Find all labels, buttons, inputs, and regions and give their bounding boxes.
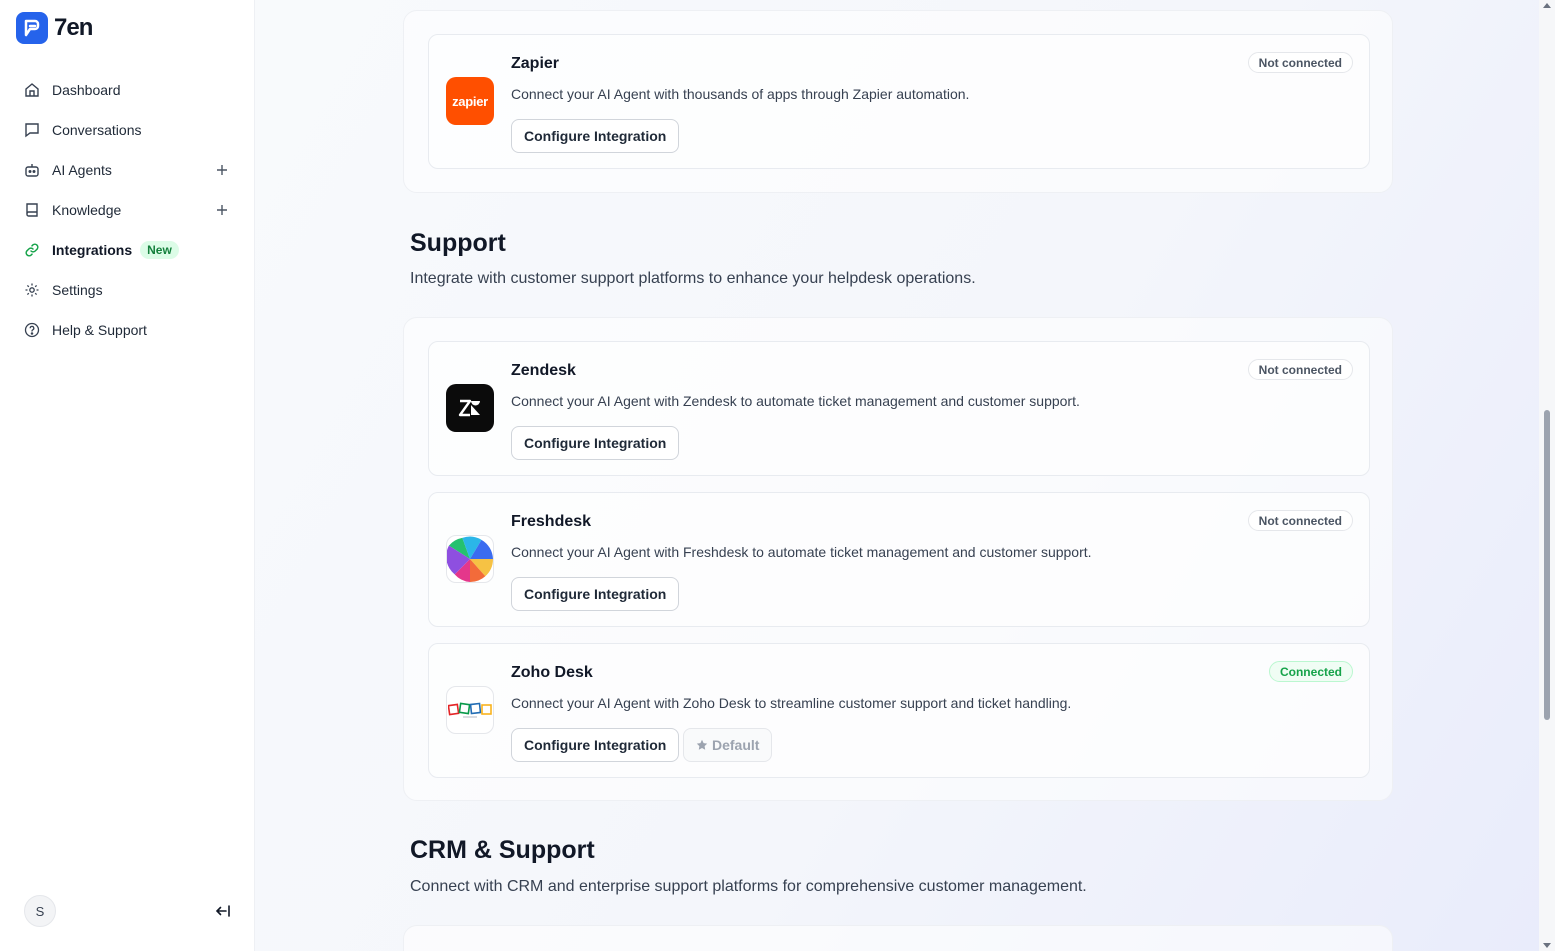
add-knowledge-icon[interactable] — [214, 202, 230, 218]
status-badge: Not connected — [1247, 510, 1353, 531]
default-button[interactable]: Default — [683, 728, 773, 762]
app-name: 7en — [54, 14, 93, 41]
zendesk-logo-icon — [446, 384, 494, 432]
sidebar-item-label: Integrations — [52, 242, 133, 258]
help-circle-icon — [24, 322, 40, 338]
main-content: zapier Zapier Connect your AI Agent with… — [255, 0, 1539, 951]
sidebar-item-knowledge[interactable]: Knowledge — [12, 190, 242, 230]
sidebar-item-label: AI Agents — [52, 162, 112, 178]
add-ai-agent-icon[interactable] — [214, 162, 230, 178]
sidebar-item-help-support[interactable]: Help & Support — [12, 310, 242, 350]
user-avatar[interactable]: S — [24, 895, 56, 927]
app-logo[interactable]: 7en — [16, 12, 93, 44]
sidebar-item-label: Dashboard — [52, 82, 121, 98]
star-icon — [696, 739, 708, 751]
integration-card-zoho-desk: Zoho Desk Connect your AI Agent with Zoh… — [428, 643, 1370, 778]
message-icon — [24, 122, 40, 138]
sidebar-item-label: Help & Support — [52, 322, 147, 338]
section-subtitle-support: Integrate with customer support platform… — [410, 270, 976, 287]
crm-support-panel — [403, 925, 1393, 951]
sidebar-item-label: Knowledge — [52, 202, 122, 218]
integration-card-zendesk: Zendesk Connect your AI Agent with Zende… — [428, 341, 1370, 476]
gear-icon — [24, 282, 40, 298]
sidebar-item-label: Conversations — [52, 122, 142, 138]
configure-integration-button[interactable]: Configure Integration — [511, 426, 680, 460]
book-icon — [24, 202, 40, 218]
page-scrollbar[interactable] — [1539, 0, 1555, 951]
sidebar-item-dashboard[interactable]: Dashboard — [12, 70, 242, 110]
scroll-down-arrow-icon[interactable] — [1543, 943, 1551, 948]
integration-description: Connect your AI Agent with Zoho Desk to … — [511, 695, 1072, 711]
status-badge: Not connected — [1247, 52, 1353, 73]
sidebar-item-settings[interactable]: Settings — [12, 270, 242, 310]
configure-integration-button[interactable]: Configure Integration — [511, 728, 680, 762]
configure-integration-button[interactable]: Configure Integration — [511, 577, 680, 611]
sidebar-nav: Dashboard Conversations AI Agents Knowle… — [12, 70, 242, 350]
bot-icon — [24, 162, 40, 178]
home-icon — [24, 82, 40, 98]
sidebar-item-label: Settings — [52, 282, 103, 298]
new-badge: New — [140, 241, 179, 259]
integration-name: Freshdesk — [511, 513, 592, 530]
sidebar-item-conversations[interactable]: Conversations — [12, 110, 242, 150]
default-label: Default — [712, 737, 760, 753]
sidebar-item-ai-agents[interactable]: AI Agents — [12, 150, 242, 190]
integration-card-zapier: zapier Zapier Connect your AI Agent with… — [428, 34, 1370, 169]
integration-description: Connect your AI Agent with Freshdesk to … — [511, 544, 1092, 560]
section-title-crm-support: CRM & Support — [410, 836, 595, 864]
status-badge: Connected — [1268, 661, 1353, 682]
collapse-sidebar-icon[interactable] — [214, 902, 232, 920]
sidebar-item-integrations[interactable]: Integrations New — [12, 230, 242, 270]
zoho-logo-icon — [446, 686, 494, 734]
zapier-logo-icon: zapier — [446, 77, 494, 125]
scroll-up-arrow-icon[interactable] — [1543, 3, 1551, 8]
integration-description: Connect your AI Agent with Zendesk to au… — [511, 393, 1080, 409]
logo-icon — [16, 12, 48, 44]
status-badge: Not connected — [1247, 359, 1353, 380]
integration-name: Zoho Desk — [511, 664, 593, 681]
support-panel: Zendesk Connect your AI Agent with Zende… — [403, 317, 1393, 801]
scrollbar-thumb[interactable] — [1544, 410, 1550, 720]
integration-card-freshdesk: Freshdesk Connect your AI Agent with Fre… — [428, 492, 1370, 627]
link-icon — [24, 242, 40, 258]
sidebar: 7en Dashboard Conversations AI Agents Kn… — [0, 0, 255, 951]
automation-panel: zapier Zapier Connect your AI Agent with… — [403, 10, 1393, 193]
section-subtitle-crm-support: Connect with CRM and enterprise support … — [410, 878, 1087, 895]
freshdesk-logo-icon — [446, 535, 494, 583]
section-title-support: Support — [410, 229, 506, 257]
configure-integration-button[interactable]: Configure Integration — [511, 119, 680, 153]
integration-description: Connect your AI Agent with thousands of … — [511, 86, 970, 102]
integration-name: Zendesk — [511, 362, 576, 379]
integration-name: Zapier — [511, 55, 560, 72]
